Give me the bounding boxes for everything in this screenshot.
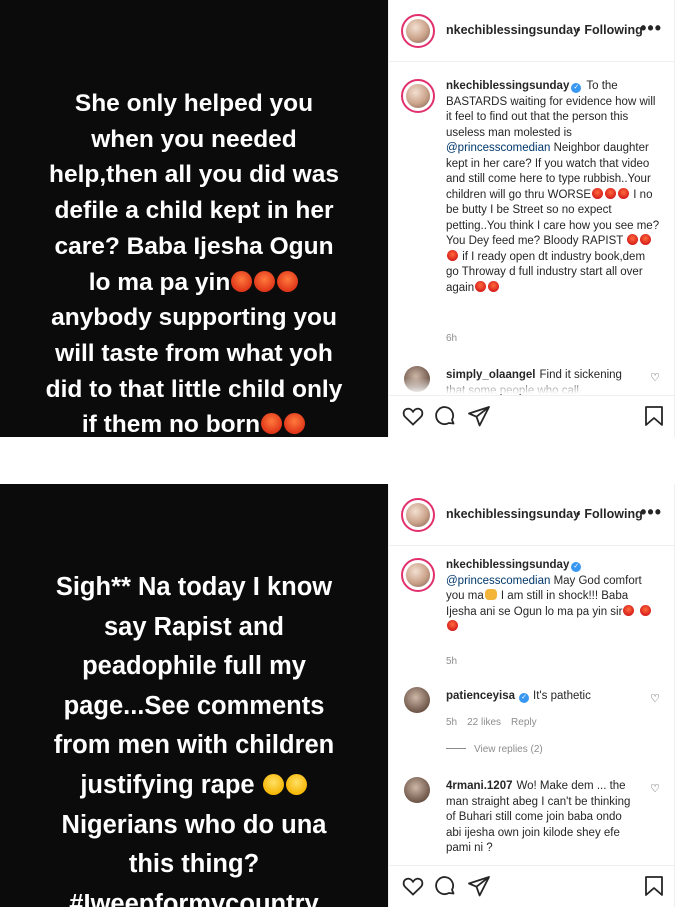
share-icon[interactable] [467, 874, 491, 898]
caption-avatar[interactable] [401, 79, 435, 113]
comment-username[interactable]: 4rmani.1207 [446, 780, 513, 792]
verified-badge-icon: ✓ [571, 83, 582, 93]
following-button[interactable]: • Following [576, 507, 643, 521]
comment-body: It's pathetic [533, 690, 591, 702]
header-username[interactable]: nkechiblessingsunday [446, 23, 580, 37]
comment-time: 5h [446, 717, 458, 728]
angry-emoji-icon [261, 413, 283, 435]
comment-avatar[interactable] [404, 687, 430, 713]
post-sidebar: nkechiblessingsunday • Following ••• nkec… [388, 484, 675, 907]
caption-username[interactable]: nkechiblessingsunday [446, 80, 569, 92]
verified-badge-icon: ✓ [571, 562, 582, 572]
comment-likes[interactable]: 22 likes [467, 717, 501, 728]
angry-emoji-icon [592, 187, 604, 199]
caption-username[interactable]: nkechiblessingsunday [446, 559, 569, 571]
following-button[interactable]: • Following [576, 23, 643, 37]
comment-icon[interactable] [433, 404, 457, 428]
angry-emoji-icon [284, 413, 306, 435]
scroll-fade [389, 378, 674, 394]
verified-badge-icon: ✓ [519, 693, 530, 703]
angry-emoji-icon [231, 270, 253, 292]
steam-emoji-icon [285, 773, 307, 795]
comment-icon[interactable] [433, 874, 457, 898]
mention-link[interactable]: @princesscomedian [446, 575, 550, 587]
heart-icon[interactable] [401, 874, 425, 898]
view-replies-label: View replies (2) [474, 744, 543, 755]
angry-emoji-icon [640, 234, 652, 245]
caption-timestamp: 6h [446, 333, 458, 344]
comment-username[interactable]: patienceyisa [446, 690, 515, 702]
following-label: Following [584, 507, 643, 521]
angry-emoji-icon [618, 187, 630, 199]
comment-avatar[interactable] [404, 777, 430, 803]
angry-emoji-icon [475, 280, 487, 292]
divider [446, 748, 466, 749]
instagram-post-2: Sigh** Na today I know say Rapist and pe… [0, 484, 675, 907]
post-header: nkechiblessingsunday • Following ••• [389, 0, 674, 62]
post-header: nkechiblessingsunday • Following ••• [389, 484, 674, 546]
angry-emoji-icon [623, 604, 635, 616]
view-replies-button[interactable]: View replies (2) [446, 744, 543, 755]
comment-like-icon[interactable]: ♡ [650, 692, 660, 705]
instagram-post-1: She only helped you when you needed help… [0, 0, 675, 438]
more-options-icon[interactable]: ••• [640, 18, 662, 39]
following-label: Following [584, 23, 643, 37]
comment-text: patienceyisa ✓ It's pathetic [446, 689, 640, 705]
post-image[interactable]: She only helped you when you needed help… [0, 0, 388, 438]
caption-text: nkechiblessingsunday ✓ @princesscomedian … [446, 558, 660, 636]
post-sidebar: nkechiblessingsunday • Following ••• nkec… [388, 0, 675, 437]
caption-avatar[interactable] [401, 558, 435, 592]
angry-emoji-icon [277, 270, 299, 292]
reply-button[interactable]: Reply [511, 717, 537, 728]
action-bar [389, 865, 674, 907]
caption-text: nkechiblessingsunday ✓ To the BASTARDS wa… [446, 79, 660, 296]
avatar[interactable] [401, 14, 435, 48]
angry-emoji-icon [447, 249, 458, 261]
share-icon[interactable] [467, 404, 491, 428]
comment-text: 4rmani.1207 Wo! Make dem ... the man stra… [446, 779, 640, 857]
bookmark-icon[interactable] [642, 404, 666, 428]
praying-hands-icon [484, 589, 497, 600]
comment-meta: 5h 22 likes Reply [446, 717, 547, 728]
header-username[interactable]: nkechiblessingsunday [446, 507, 580, 521]
more-options-icon[interactable]: ••• [640, 502, 662, 523]
story-text-line-1: She only helped you when you needed help… [49, 90, 339, 296]
angry-emoji-icon [488, 280, 500, 292]
story-text-line-1: Sigh** Na today I know say Rapist and pe… [53, 573, 335, 799]
angry-emoji-icon [447, 620, 458, 631]
bookmark-icon[interactable] [642, 874, 666, 898]
story-text-line-2: Nigerians who do una this thing? #Iweepf… [61, 810, 327, 907]
caption-timestamp: 5h [446, 656, 458, 667]
heart-icon[interactable] [401, 404, 425, 428]
avatar[interactable] [401, 498, 435, 532]
comment-like-icon[interactable]: ♡ [650, 782, 660, 795]
angry-emoji-icon [605, 187, 617, 199]
post-image[interactable]: Sigh** Na today I know say Rapist and pe… [0, 484, 388, 907]
angry-emoji-icon [254, 270, 276, 292]
story-text: She only helped you when you needed help… [0, 86, 388, 443]
story-text: Sigh** Na today I know say Rapist and pe… [0, 568, 388, 907]
weary-emoji-icon [262, 773, 284, 795]
mention-link[interactable]: @princesscomedian [446, 142, 550, 154]
angry-emoji-icon [639, 604, 651, 616]
angry-emoji-icon [627, 234, 639, 245]
action-bar [389, 395, 674, 437]
